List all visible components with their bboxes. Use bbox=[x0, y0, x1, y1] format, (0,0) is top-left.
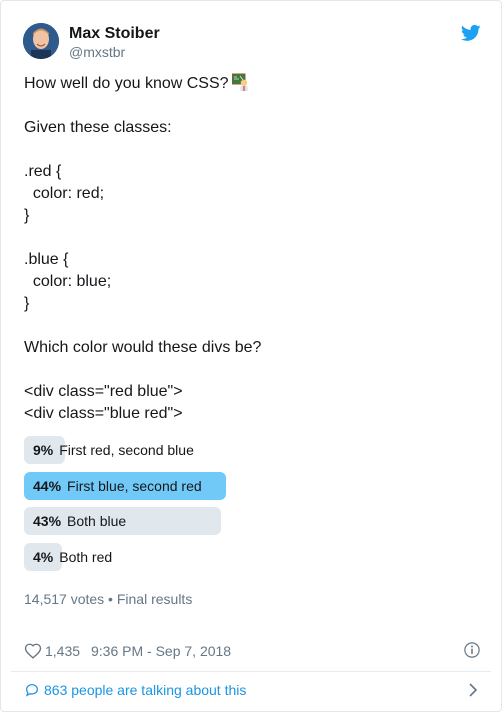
tweet-line bbox=[24, 95, 482, 117]
person-at-blackboard-emoji-icon bbox=[231, 73, 248, 91]
poll-option-percent: 43% bbox=[33, 513, 62, 529]
chevron-right-icon bbox=[469, 683, 478, 697]
poll-option-percent: 9% bbox=[33, 442, 54, 458]
poll-option: 9% First red, second blue bbox=[24, 436, 482, 464]
poll-option-text: 4% Both red bbox=[33, 543, 112, 571]
poll-option-label: First blue, second red bbox=[67, 477, 202, 494]
tweet-line: Given these classes: bbox=[24, 119, 172, 136]
poll-option-label: First red, second blue bbox=[59, 442, 194, 458]
tweet-line: } bbox=[24, 295, 30, 312]
info-icon[interactable] bbox=[463, 641, 481, 659]
like-count[interactable]: 1,435 bbox=[45, 643, 80, 659]
tweet-line: <div class="blue red"> bbox=[24, 405, 183, 422]
poll: 9% First red, second blue 44% First blue, … bbox=[24, 436, 482, 578]
tweet-line: Which color would these divs be? bbox=[24, 339, 262, 356]
tweet-header: Max Stoiber @mxstbr bbox=[23, 23, 483, 63]
tweet-line bbox=[24, 315, 482, 337]
tweet-line bbox=[24, 139, 482, 161]
conversation-text: 863 people are talking about this bbox=[44, 682, 247, 698]
poll-option-text: 44% First blue, second red bbox=[33, 472, 202, 500]
tweet-line: .blue { bbox=[24, 251, 69, 268]
tweet-line: } bbox=[24, 207, 30, 224]
tweet-line: How well do you know CSS? bbox=[24, 73, 482, 95]
poll-option-text: 9% First red, second blue bbox=[33, 436, 194, 464]
tweet-line bbox=[24, 359, 482, 381]
poll-option-label: Both red bbox=[59, 548, 113, 565]
tweet-text: How well do you know CSS? Given these cl… bbox=[24, 73, 482, 425]
poll-option-percent: 4% bbox=[33, 548, 54, 565]
tweet-meta: 1,435 9:36 PM - Sep 7, 2018 bbox=[24, 641, 482, 661]
twitter-bird-icon[interactable] bbox=[461, 23, 481, 43]
heart-icon[interactable] bbox=[24, 642, 42, 660]
poll-option-label: Both blue bbox=[67, 513, 127, 529]
tweet-line: .red { bbox=[24, 163, 62, 180]
conversation-link[interactable]: 863 people are talking about this bbox=[24, 681, 482, 701]
poll-summary: 14,517 votes • Final results bbox=[24, 591, 193, 607]
tweet-line bbox=[24, 227, 482, 249]
author-handle[interactable]: @mxstbr bbox=[69, 43, 125, 61]
avatar-image bbox=[23, 23, 59, 59]
reply-bubble-icon bbox=[25, 684, 38, 697]
tweet-card: Max Stoiber @mxstbr How well do you know… bbox=[0, 0, 502, 712]
poll-option-text: 43% Both blue bbox=[33, 507, 126, 535]
author-name[interactable]: Max Stoiber bbox=[69, 24, 160, 44]
poll-option-percent: 44% bbox=[33, 477, 62, 494]
tweet-line: <div class="red blue"> bbox=[24, 383, 183, 400]
tweet-line: color: red; bbox=[24, 185, 105, 202]
poll-option: 4% Both red bbox=[24, 542, 482, 571]
tweet-line-text: How well do you know CSS? bbox=[24, 75, 229, 92]
divider bbox=[11, 671, 491, 672]
poll-option: 44% First blue, second red bbox=[24, 471, 482, 500]
avatar[interactable] bbox=[23, 23, 59, 59]
timestamp-link[interactable]: 9:36 PM - Sep 7, 2018 bbox=[91, 643, 231, 659]
poll-option: 43% Both blue bbox=[24, 507, 482, 535]
tweet-line: color: blue; bbox=[24, 273, 112, 290]
